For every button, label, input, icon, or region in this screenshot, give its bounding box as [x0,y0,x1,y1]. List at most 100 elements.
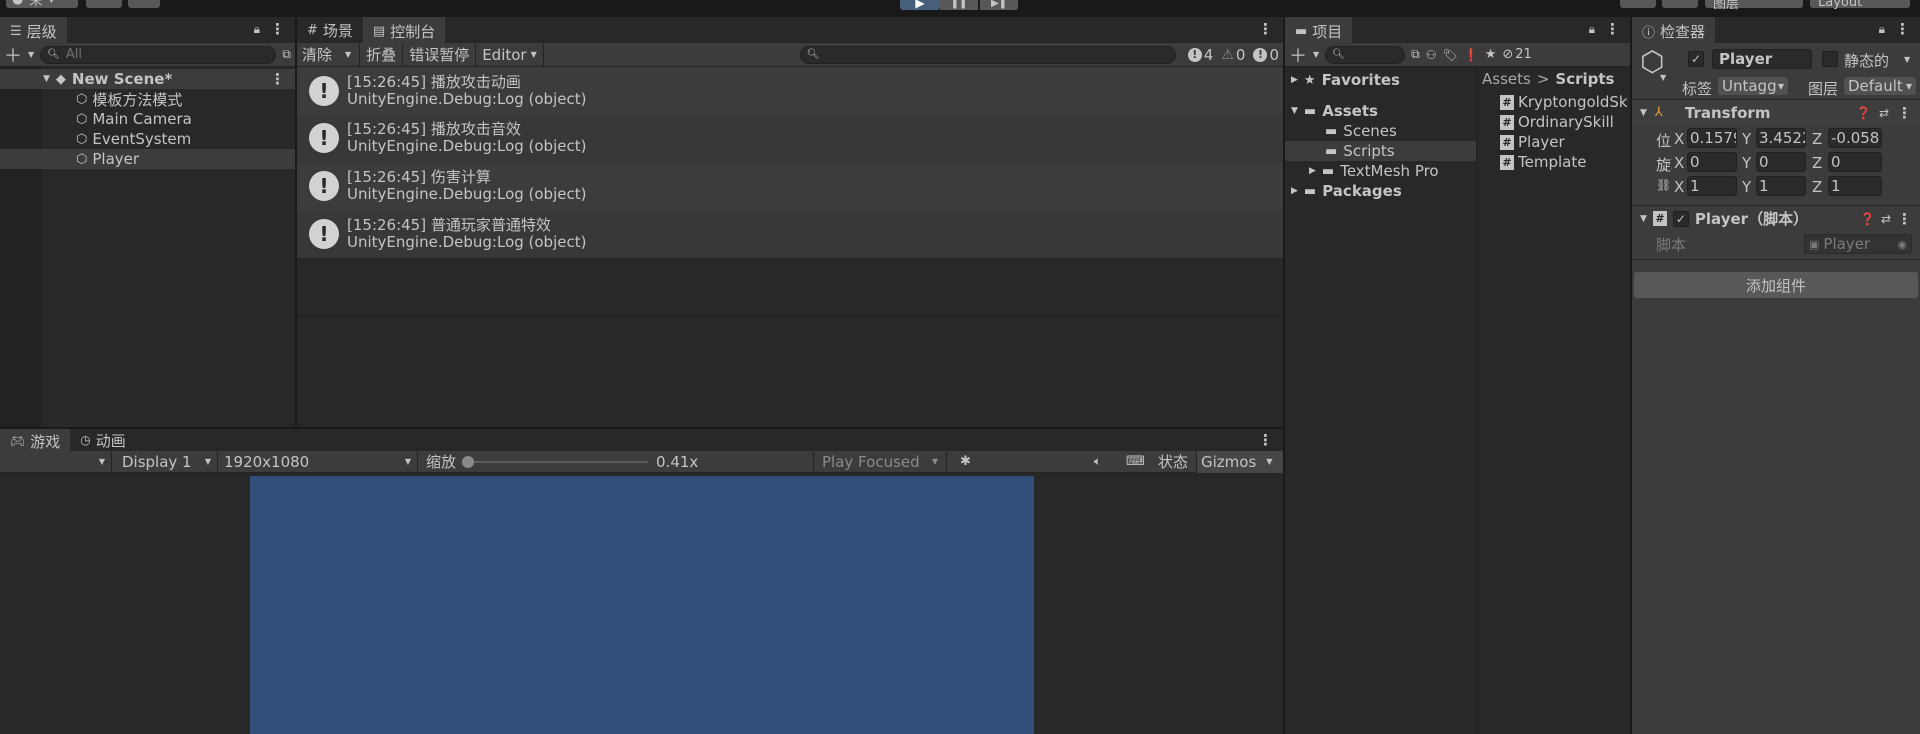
position-z-field[interactable]: -0.058 [1828,128,1882,148]
object-picker-icon[interactable]: ◉ [1897,238,1907,251]
favorite-star-icon[interactable]: ★ [1485,47,1497,62]
folder-item[interactable]: ▬ Scenes [1285,121,1476,141]
tab-console[interactable]: ▤ 控制台 [362,17,446,43]
more-menu-icon[interactable]: ⋮ [1605,20,1620,38]
position-y-field[interactable]: 3.4522 [1756,128,1806,148]
tab-hierarchy[interactable]: ☰ 层级 [0,17,67,43]
log-entry[interactable]: ! [15:26:45] 播放攻击音效 UnityEngine.Debug:Lo… [297,114,1283,162]
lock-icon[interactable]: 🔒︎ [254,22,260,37]
bug-icon[interactable]: ✱ [960,454,971,469]
breadcrumb-assets[interactable]: Assets [1482,70,1531,88]
list-item-selected[interactable]: ⬡ Player [0,149,295,169]
stats-button[interactable]: 状态 [1158,451,1188,472]
play-focused-dropdown[interactable]: Play Focused ▼ [813,450,947,473]
component-enabled-checkbox[interactable]: ✓ [1672,210,1689,227]
game-mode-dropdown[interactable]: ▼ [0,450,112,473]
lock-icon[interactable]: 🔒︎ [1879,22,1885,37]
object-name-field[interactable]: Player [1712,49,1812,69]
clear-button[interactable]: 清除 [297,44,337,65]
script-component-header[interactable]: ▼ # ✓ Player（脚本） ❓ ⇄ ⋮ [1632,205,1920,231]
scene-row[interactable]: ▼ ◆ New Scene* ⋮ [0,69,295,89]
tag-dropdown[interactable]: Untagg ▼ [1718,77,1788,95]
scene-menu-icon[interactable]: ⋮ [270,70,285,88]
scale-slider-thumb[interactable] [462,455,475,468]
tab-game[interactable]: 🎮︎ 游戏 [0,429,71,451]
rotation-y-field[interactable]: 0 [1756,152,1806,172]
add-component-button[interactable]: 添加组件 [1634,272,1918,298]
more-menu-icon[interactable]: ⋮ [270,20,285,38]
layers-dropdown[interactable]: 图层 [1705,0,1803,11]
resolution-dropdown[interactable]: 1920x1080 ▼ [218,450,418,473]
folder-item[interactable]: ▶ ▬ TextMesh Pro [1285,161,1476,181]
chevron-down-icon[interactable]: ▼ [1313,50,1319,59]
tab-animation[interactable]: ◷ 动画 [70,429,136,451]
collapse-arrow-icon[interactable]: ▶ [1291,75,1298,85]
expand-arrow-icon[interactable]: ▼ [1640,108,1647,118]
add-icon[interactable]: ＋ [1289,42,1307,68]
game-view[interactable] [0,473,1283,734]
error-toggle[interactable]: ! 0 [1249,46,1283,64]
error-pause-button[interactable]: 错误暂停 [403,42,477,67]
assets-row[interactable]: ▼ ▬ Assets [1285,101,1476,121]
account-dropdown[interactable]: ● 末 ▼ [6,0,78,9]
tab-scene[interactable]: # 场景 [297,17,363,43]
static-dropdown-arrow[interactable]: ▼ [1904,55,1910,64]
search-filter-icon[interactable]: ⧉ [1411,47,1420,62]
rotation-z-field[interactable]: 0 [1828,152,1882,172]
more-menu-icon[interactable]: ⋮ [1895,20,1910,38]
file-item[interactable]: # KryptongoldSk [1478,92,1630,112]
play-button[interactable]: ▶ [900,0,940,10]
file-item[interactable]: # Player [1478,132,1630,152]
help-icon[interactable]: ❓ [1860,212,1875,226]
expand-arrow-icon[interactable]: ▼ [1640,214,1647,224]
collapse-button[interactable]: 折叠 [360,42,404,67]
scale-x-field[interactable]: 1 [1687,176,1737,196]
log-entry[interactable]: ! [15:26:45] 普通玩家普通特效 UnityEngine.Debug:… [297,210,1283,258]
layout-dropdown[interactable]: Layout [1810,0,1910,10]
pause-button[interactable]: ❚❚ [940,0,978,10]
list-item[interactable]: ⬡ Main Camera [0,109,295,129]
tab-project[interactable]: ▬ 项目 [1285,17,1353,43]
game-viewport[interactable] [250,476,1034,734]
scale-slider[interactable] [462,451,649,473]
folder-item-selected[interactable]: ▬ Scripts [1285,141,1476,161]
log-entry[interactable]: ! [15:26:45] 伤害计算 UnityEngine.Debug:Log … [297,162,1283,210]
editor-dropdown[interactable]: Editor ▼ [476,42,544,67]
search-button[interactable] [1662,0,1698,8]
project-search-input[interactable]: 🔍︎ [1325,45,1406,64]
help-icon[interactable]: ❓ [1856,106,1871,120]
layer-dropdown[interactable]: Default ▼ [1844,77,1916,95]
collapse-arrow-icon[interactable]: ▶ [1309,166,1316,176]
list-item[interactable]: ⬡ EventSystem [0,129,295,149]
collapse-arrow-icon[interactable]: ▶ [1291,186,1298,196]
preset-icon[interactable]: ⇄ [1879,106,1889,120]
transform-header[interactable]: ▼ ⅄ Transform ❓ ⇄ ⋮ [1632,99,1920,125]
log-filter-icon[interactable]: ❗ [1464,48,1479,62]
step-button[interactable]: ▶❚ [980,0,1018,10]
info-toggle[interactable]: ! 4 [1184,46,1218,64]
breadcrumb-scripts[interactable]: Scripts [1555,70,1614,88]
more-menu-icon[interactable]: ⋮ [1258,20,1273,38]
scale-y-field[interactable]: 1 [1756,176,1806,196]
cloud-button[interactable] [86,0,122,8]
gizmos-dropdown[interactable]: Gizmos ▼ [1196,450,1283,473]
expand-arrow-icon[interactable]: ▼ [1291,106,1298,116]
search-input[interactable]: 🔍︎ All [40,45,277,64]
keyboard-icon[interactable]: ⌨ [1126,454,1145,469]
filter-icon[interactable]: ⧉ [282,47,291,62]
settings-button[interactable] [128,0,160,8]
lock-icon[interactable]: 🔒︎ [1589,22,1595,37]
tab-inspector[interactable]: ⓘ 检查器 [1632,17,1716,43]
packages-row[interactable]: ▶ ▬ Packages [1285,181,1476,201]
console-search-input[interactable]: 🔍︎ [799,45,1176,64]
position-x-field[interactable]: 0.1579 [1687,128,1737,148]
hidden-packages-toggle[interactable]: ⊘ 21 [1502,47,1531,62]
type-filter-icon[interactable]: ⚇ [1426,48,1437,62]
icon-dropdown-arrow[interactable]: ▼ [1660,73,1666,82]
add-icon[interactable]: ＋ [4,42,22,68]
history-button[interactable] [1620,0,1656,8]
component-menu-icon[interactable]: ⋮ [1897,210,1912,228]
display-dropdown[interactable]: Display 1 ▼ [112,450,218,473]
link-icon[interactable]: ⛓ [1656,178,1671,192]
list-item[interactable]: ⬡ 模板方法模式 [0,89,295,109]
